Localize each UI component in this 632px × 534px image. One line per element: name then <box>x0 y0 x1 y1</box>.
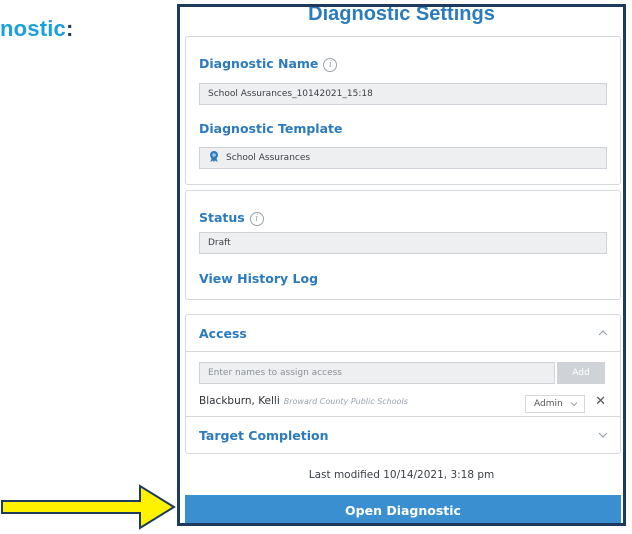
access-card: Access Enter names to assign access Add … <box>185 314 621 454</box>
status-label-text: Status <box>199 210 245 225</box>
partial-heading: nostic: <box>0 16 74 42</box>
assign-access-input[interactable]: Enter names to assign access <box>199 362 555 384</box>
diagnostic-template-field[interactable]: School Assurances <box>199 147 607 169</box>
info-icon[interactable]: i <box>249 212 264 226</box>
target-completion-label: Target Completion <box>199 428 329 443</box>
remove-user-icon[interactable]: ✕ <box>595 394 606 409</box>
partial-heading-text: nostic <box>0 16 66 41</box>
status-label: Status i <box>199 210 264 226</box>
view-history-log-link[interactable]: View History Log <box>199 271 318 286</box>
role-select[interactable]: Admin <box>525 395 585 413</box>
partial-heading-colon: : <box>66 16 74 41</box>
last-modified-text: Last modified 10/14/2021, 3:18 pm <box>308 469 495 481</box>
access-label: Access <box>199 326 247 341</box>
user-organization: Broward County Public Schools <box>283 397 408 406</box>
diagnostic-name-field[interactable]: School Assurances_10142021_15:18 <box>199 83 607 105</box>
diagnostic-template-value: School Assurances <box>226 153 311 163</box>
diagnostic-template-label: Diagnostic Template <box>199 121 343 136</box>
user-name: Blackburn, Kelli <box>199 395 280 407</box>
chevron-down-icon <box>570 402 578 407</box>
assign-access-row: Enter names to assign access Add <box>199 362 605 384</box>
status-field[interactable]: Draft <box>199 232 607 254</box>
info-icon[interactable]: i <box>323 58 338 72</box>
diagnostic-name-label-text: Diagnostic Name <box>199 56 319 71</box>
divider <box>186 351 620 352</box>
target-completion-header[interactable]: Target Completion <box>186 417 620 453</box>
chevron-up-icon[interactable] <box>598 328 608 338</box>
chevron-down-icon[interactable] <box>598 430 608 440</box>
ribbon-badge-icon <box>210 151 218 162</box>
access-header[interactable]: Access <box>186 315 620 351</box>
open-diagnostic-button[interactable]: Open Diagnostic <box>185 495 621 523</box>
pointer-arrow-icon <box>1 484 176 530</box>
diagnostic-settings-panel: Diagnostic Settings Diagnostic Name i Sch… <box>177 4 626 526</box>
diagnostic-name-label: Diagnostic Name i <box>199 56 338 72</box>
role-value: Admin <box>534 399 563 409</box>
status-card: Status i Draft View History Log <box>185 190 621 300</box>
panel-title: Diagnostic Settings <box>308 4 495 25</box>
diagnostic-info-card: Diagnostic Name i School Assurances_10142… <box>185 36 621 185</box>
access-user-row: Blackburn, Kelli Broward County Public Sc… <box>199 395 408 407</box>
add-button[interactable]: Add <box>557 362 605 384</box>
